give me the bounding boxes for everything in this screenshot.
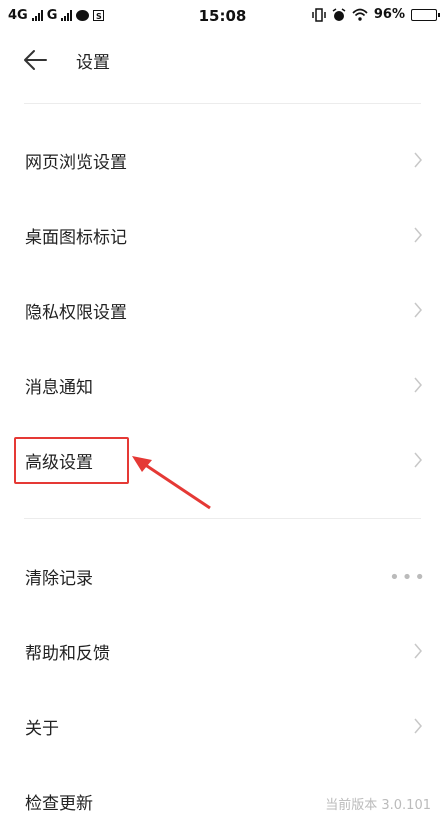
menu-item-privacy[interactable]: 隐私权限设置 — [0, 281, 445, 341]
chevron-right-icon — [414, 643, 422, 659]
menu-item-label: 网页浏览设置 — [25, 153, 127, 173]
menu-item-web-browsing[interactable]: 网页浏览设置 — [0, 131, 445, 191]
menu-item-label: 隐私权限设置 — [25, 303, 127, 323]
menu-item-help-feedback[interactable]: 帮助和反馈 — [0, 622, 445, 682]
menu-item-notifications[interactable]: 消息通知 — [0, 356, 445, 416]
divider — [24, 103, 421, 104]
annotation-arrow-icon — [132, 456, 211, 510]
highlight-box — [14, 437, 129, 484]
chevron-right-icon — [414, 718, 422, 734]
menu-item-label: 桌面图标标记 — [25, 228, 127, 248]
battery-percent: 96% — [373, 7, 405, 22]
menu-item-about[interactable]: 关于 — [0, 697, 445, 757]
alarm-icon — [332, 7, 346, 21]
arrow-left-icon — [24, 50, 47, 70]
chevron-right-icon — [414, 452, 422, 468]
status-bar: 4G G S 15:08 96% — [0, 0, 445, 32]
menu-item-check-update[interactable]: 检查更新 当前版本 3.0.101 — [0, 772, 445, 832]
back-button[interactable] — [20, 46, 52, 74]
vibrate-icon — [312, 7, 326, 22]
more-dots-icon: ••• — [389, 567, 427, 588]
menu-item-label: 清除记录 — [25, 569, 93, 589]
chevron-right-icon — [414, 377, 422, 393]
wifi-icon — [352, 8, 368, 21]
chevron-right-icon — [414, 227, 422, 243]
menu-item-label: 检查更新 — [25, 794, 93, 814]
menu-item-desktop-icon-badge[interactable]: 桌面图标标记 — [0, 206, 445, 266]
page-title: 设置 — [76, 53, 110, 73]
divider — [24, 518, 421, 519]
chevron-right-icon — [414, 302, 422, 318]
chevron-right-icon — [414, 152, 422, 168]
battery-icon — [411, 8, 440, 21]
menu-item-label: 关于 — [25, 719, 59, 739]
menu-item-clear-records[interactable]: 清除记录 ••• — [0, 547, 445, 607]
version-text: 当前版本 3.0.101 — [325, 798, 431, 813]
status-right: 96% — [312, 7, 440, 22]
menu-item-label: 消息通知 — [25, 378, 93, 398]
menu-item-label: 帮助和反馈 — [25, 644, 110, 664]
app-bar: 设置 — [0, 38, 445, 82]
